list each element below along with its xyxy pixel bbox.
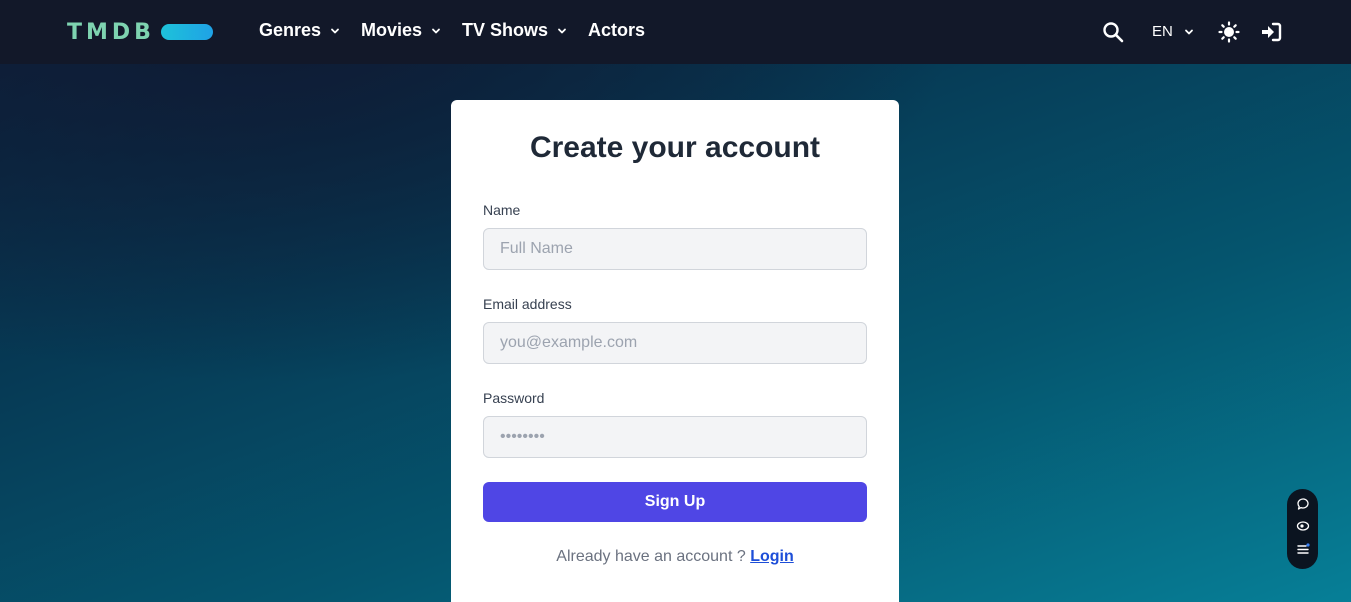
tmdb-logo[interactable]: TMDB xyxy=(67,19,213,45)
sun-icon[interactable] xyxy=(1218,21,1240,48)
login-link[interactable]: Login xyxy=(750,548,794,565)
sign-up-button[interactable]: Sign Up xyxy=(483,482,867,522)
eye-icon[interactable] xyxy=(1296,519,1310,538)
nav-tv-shows-label: TV Shows xyxy=(462,20,549,40)
page-title: Create your account xyxy=(529,131,821,164)
signup-card: Create your account Name Email address P… xyxy=(451,100,899,602)
chevron-down-icon xyxy=(558,28,566,33)
password-label: Password xyxy=(483,390,545,406)
login-prompt-text: Already have an account ? xyxy=(556,548,746,565)
name-label: Name xyxy=(483,202,521,218)
logo-text: TMDB xyxy=(67,19,155,45)
email-label: Email address xyxy=(483,296,572,312)
nav-genres-label: Genres xyxy=(259,20,322,40)
nav-movies[interactable]: Movies xyxy=(361,20,442,41)
chevron-down-icon xyxy=(331,28,339,33)
top-navbar: TMDB Genres Movies TV Shows Actors EN xyxy=(0,0,1351,64)
language-label: EN xyxy=(1152,23,1173,40)
logo-pill xyxy=(160,24,213,40)
chat-icon[interactable] xyxy=(1296,497,1310,516)
nav-genres[interactable]: Genres xyxy=(259,20,341,41)
chevron-down-icon xyxy=(432,28,440,33)
list-icon[interactable] xyxy=(1296,542,1310,561)
nav-movies-label: Movies xyxy=(361,20,423,40)
nav-tv-shows[interactable]: TV Shows xyxy=(462,20,568,41)
name-input[interactable] xyxy=(483,228,867,270)
search-icon[interactable] xyxy=(1102,21,1124,48)
email-input[interactable] xyxy=(483,322,867,364)
password-input[interactable] xyxy=(483,416,867,458)
sign-in-icon[interactable] xyxy=(1260,21,1282,48)
language-selector[interactable]: EN xyxy=(1152,23,1195,40)
nav-actors[interactable]: Actors xyxy=(588,20,645,41)
chevron-down-icon xyxy=(1184,29,1193,34)
floating-widget xyxy=(1287,489,1318,569)
login-prompt: Already have an account ? Login xyxy=(451,548,899,566)
nav-actors-label: Actors xyxy=(588,20,646,40)
